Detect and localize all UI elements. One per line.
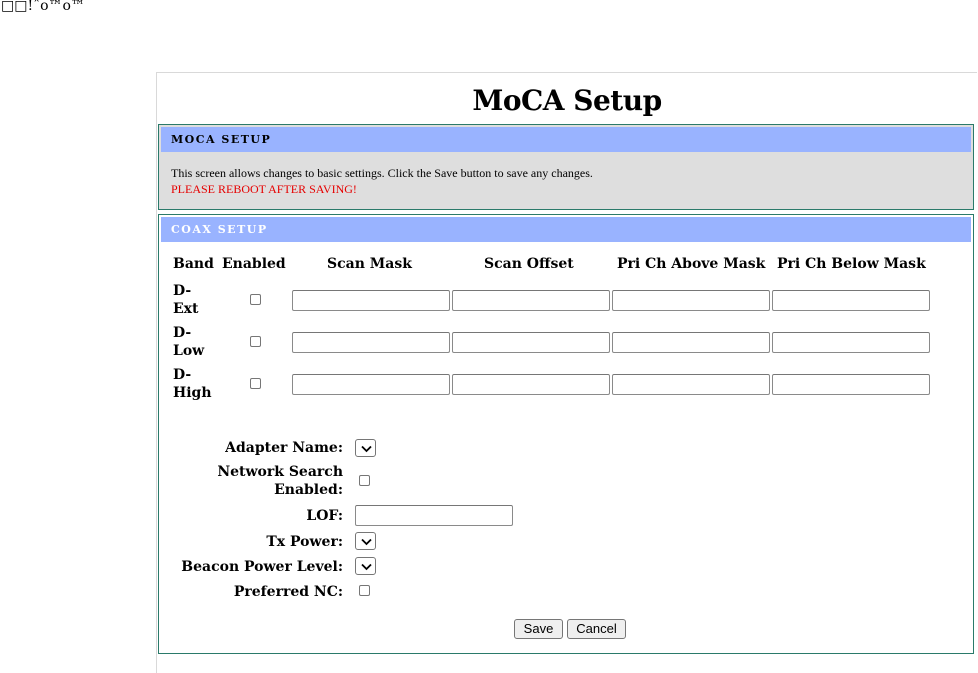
scan-mask-input-d-low[interactable] xyxy=(292,332,450,353)
scan-offset-input-d-high[interactable] xyxy=(452,374,610,395)
network-search-label-line: Enabled: xyxy=(274,482,343,498)
preferred-nc-checkbox[interactable] xyxy=(359,585,370,596)
chevron-down-icon xyxy=(361,563,372,571)
column-header-band: Band xyxy=(173,256,214,272)
tx-power-select[interactable] xyxy=(355,532,376,550)
moca-setup-header: MOCA SETUP xyxy=(161,127,971,152)
band-label-line: Low xyxy=(173,343,205,359)
column-header-enabled: Enabled xyxy=(222,256,286,272)
beacon-power-level-select[interactable] xyxy=(355,557,376,575)
cancel-button[interactable]: Cancel xyxy=(567,619,626,639)
lof-input[interactable] xyxy=(355,505,513,526)
scan-offset-input-d-ext[interactable] xyxy=(452,290,610,311)
moca-setup-description-block: This screen allows changes to basic sett… xyxy=(171,165,593,197)
network-search-enabled-label: Network Search Enabled: xyxy=(217,463,343,499)
adapter-name-select[interactable] xyxy=(355,439,376,457)
pri-ch-below-mask-input-d-ext[interactable] xyxy=(772,290,930,311)
scan-mask-input-d-ext[interactable] xyxy=(292,290,450,311)
pri-ch-above-mask-input-d-low[interactable] xyxy=(612,332,770,353)
enabled-checkbox-d-high[interactable] xyxy=(250,378,261,389)
page-title: MoCA Setup xyxy=(472,84,662,117)
pri-ch-above-mask-input-d-ext[interactable] xyxy=(612,290,770,311)
band-label-d-ext: D- Ext xyxy=(173,282,213,318)
network-search-enabled-checkbox[interactable] xyxy=(359,475,370,486)
band-label-d-low: D- Low xyxy=(173,324,213,360)
pri-ch-above-mask-input-d-high[interactable] xyxy=(612,374,770,395)
scan-mask-input-d-high[interactable] xyxy=(292,374,450,395)
garbled-header-text: □□!ˆo™o™ xyxy=(1,0,85,14)
coax-setup-header: COAX SETUP xyxy=(161,217,971,242)
preferred-nc-label: Preferred NC: xyxy=(233,584,343,600)
pri-ch-below-mask-input-d-high[interactable] xyxy=(772,374,930,395)
pri-ch-below-mask-input-d-low[interactable] xyxy=(772,332,930,353)
band-label-d-high: D- High xyxy=(173,366,213,402)
band-label-line: D- xyxy=(173,325,192,341)
column-header-pri-ch-above-mask: Pri Ch Above Mask xyxy=(617,256,766,272)
beacon-power-level-label: Beacon Power Level: xyxy=(181,559,343,575)
tx-power-label: Tx Power: xyxy=(266,534,343,550)
column-header-pri-ch-below-mask: Pri Ch Below Mask xyxy=(777,256,926,272)
moca-setup-panel: MOCA SETUP This screen allows changes to… xyxy=(158,124,974,210)
reboot-warning: PLEASE REBOOT AFTER SAVING! xyxy=(171,182,357,196)
network-search-label-line: Network Search xyxy=(217,464,343,480)
band-label-line: D- xyxy=(173,367,192,383)
lof-label: LOF: xyxy=(306,508,343,524)
chevron-down-icon xyxy=(361,538,372,546)
band-label-line: D- xyxy=(173,283,192,299)
band-label-line: Ext xyxy=(173,301,199,317)
column-header-scan-mask: Scan Mask xyxy=(327,256,412,272)
enabled-checkbox-d-low[interactable] xyxy=(250,336,261,347)
chevron-down-icon xyxy=(361,445,372,453)
column-header-scan-offset: Scan Offset xyxy=(484,256,574,272)
enabled-checkbox-d-ext[interactable] xyxy=(250,294,261,305)
adapter-name-label: Adapter Name: xyxy=(225,440,343,456)
band-label-line: High xyxy=(173,385,212,401)
save-button[interactable]: Save xyxy=(514,619,563,639)
moca-setup-description: This screen allows changes to basic sett… xyxy=(171,166,593,180)
scan-offset-input-d-low[interactable] xyxy=(452,332,610,353)
